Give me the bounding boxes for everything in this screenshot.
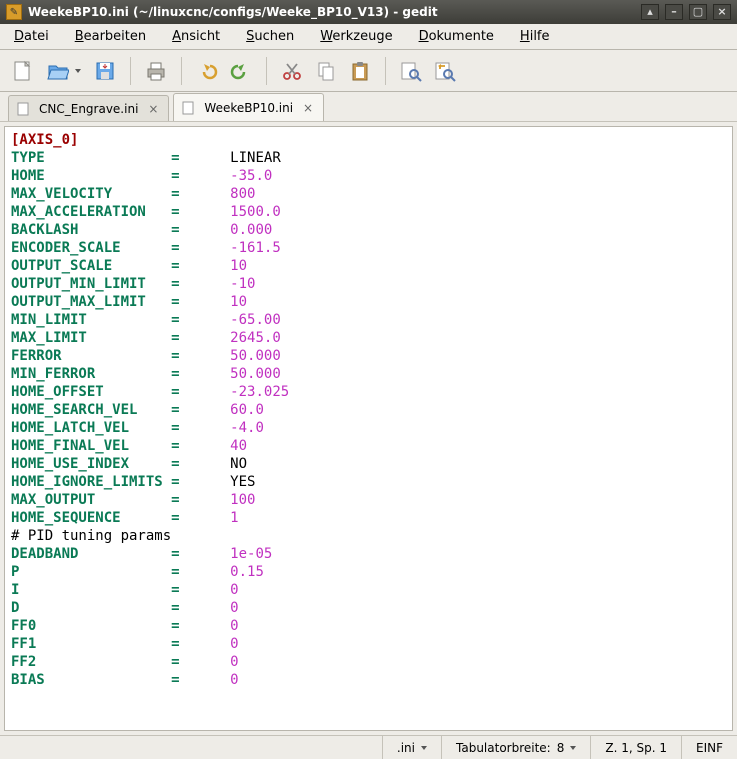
search-icon bbox=[400, 60, 422, 82]
menu-search[interactable]: Suchen bbox=[242, 27, 298, 46]
paste-button[interactable] bbox=[345, 56, 375, 86]
status-tabwidth[interactable]: Tabulatorbreite: 8 bbox=[441, 736, 590, 759]
status-tabwidth-label: Tabulatorbreite: bbox=[456, 741, 551, 755]
cut-button[interactable] bbox=[277, 56, 307, 86]
minimize-button[interactable]: – bbox=[665, 4, 683, 20]
close-button[interactable]: × bbox=[713, 4, 731, 20]
chevron-down-icon bbox=[570, 746, 576, 750]
tab-close-button[interactable]: × bbox=[146, 102, 160, 116]
file-new-icon bbox=[12, 60, 34, 82]
toolbar-separator bbox=[181, 57, 182, 85]
status-blank bbox=[0, 736, 382, 759]
toolbar bbox=[0, 50, 737, 92]
editor-container: [AXIS_0] TYPE = LINEAR HOME = -35.0 MAX_… bbox=[0, 122, 737, 735]
clipboard-icon bbox=[349, 60, 371, 82]
window-controls: ▴ – ▢ × bbox=[641, 4, 731, 20]
find-replace-icon bbox=[434, 60, 456, 82]
tab-label: WeekeBP10.ini bbox=[204, 101, 293, 115]
printer-icon bbox=[145, 60, 167, 82]
toolbar-separator bbox=[130, 57, 131, 85]
tab-weekebp10[interactable]: WeekeBP10.ini × bbox=[173, 93, 324, 121]
new-button[interactable] bbox=[8, 56, 38, 86]
menu-help[interactable]: Hilfe bbox=[516, 27, 554, 46]
copy-icon bbox=[315, 60, 337, 82]
tab-label: CNC_Engrave.ini bbox=[39, 102, 138, 116]
rollup-button[interactable]: ▴ bbox=[641, 4, 659, 20]
status-language-label: .ini bbox=[397, 741, 415, 755]
find-button[interactable] bbox=[396, 56, 426, 86]
titlebar: ✎ WeekeBP10.ini (~/linuxcnc/configs/Week… bbox=[0, 0, 737, 24]
chevron-down-icon bbox=[75, 69, 81, 73]
open-button[interactable] bbox=[42, 56, 86, 86]
save-button[interactable] bbox=[90, 56, 120, 86]
tab-cnc-engrave[interactable]: CNC_Engrave.ini × bbox=[8, 95, 169, 121]
app-icon: ✎ bbox=[6, 4, 22, 20]
folder-open-icon bbox=[47, 60, 69, 82]
save-icon bbox=[94, 60, 116, 82]
menu-view[interactable]: Ansicht bbox=[168, 27, 224, 46]
menu-edit[interactable]: Bearbeiten bbox=[71, 27, 150, 46]
maximize-button[interactable]: ▢ bbox=[689, 4, 707, 20]
replace-button[interactable] bbox=[430, 56, 460, 86]
copy-button[interactable] bbox=[311, 56, 341, 86]
tab-close-button[interactable]: × bbox=[301, 101, 315, 115]
redo-icon bbox=[230, 60, 252, 82]
status-language[interactable]: .ini bbox=[382, 736, 441, 759]
status-insert-mode[interactable]: EINF bbox=[681, 736, 737, 759]
chevron-down-icon bbox=[421, 746, 427, 750]
menu-documents[interactable]: Dokumente bbox=[415, 27, 498, 46]
toolbar-separator bbox=[385, 57, 386, 85]
undo-button[interactable] bbox=[192, 56, 222, 86]
tabbar: CNC_Engrave.ini × WeekeBP10.ini × bbox=[0, 92, 737, 122]
file-icon bbox=[182, 101, 196, 115]
status-pos-label: Z. 1, Sp. 1 bbox=[605, 741, 667, 755]
status-tabwidth-value: 8 bbox=[557, 741, 565, 755]
scissors-icon bbox=[281, 60, 303, 82]
window-title: WeekeBP10.ini (~/linuxcnc/configs/Weeke_… bbox=[28, 5, 641, 19]
undo-icon bbox=[196, 60, 218, 82]
print-button[interactable] bbox=[141, 56, 171, 86]
status-cursor-pos: Z. 1, Sp. 1 bbox=[590, 736, 681, 759]
redo-button[interactable] bbox=[226, 56, 256, 86]
file-icon bbox=[17, 102, 31, 116]
menu-file[interactable]: Datei bbox=[10, 27, 53, 46]
toolbar-separator bbox=[266, 57, 267, 85]
menu-file-rest: atei bbox=[24, 29, 49, 44]
statusbar: .ini Tabulatorbreite: 8 Z. 1, Sp. 1 EINF bbox=[0, 735, 737, 759]
status-ins-label: EINF bbox=[696, 741, 723, 755]
code-editor[interactable]: [AXIS_0] TYPE = LINEAR HOME = -35.0 MAX_… bbox=[4, 126, 733, 731]
menubar: Datei Bearbeiten Ansicht Suchen Werkzeug… bbox=[0, 24, 737, 50]
menu-tools[interactable]: Werkzeuge bbox=[316, 27, 396, 46]
